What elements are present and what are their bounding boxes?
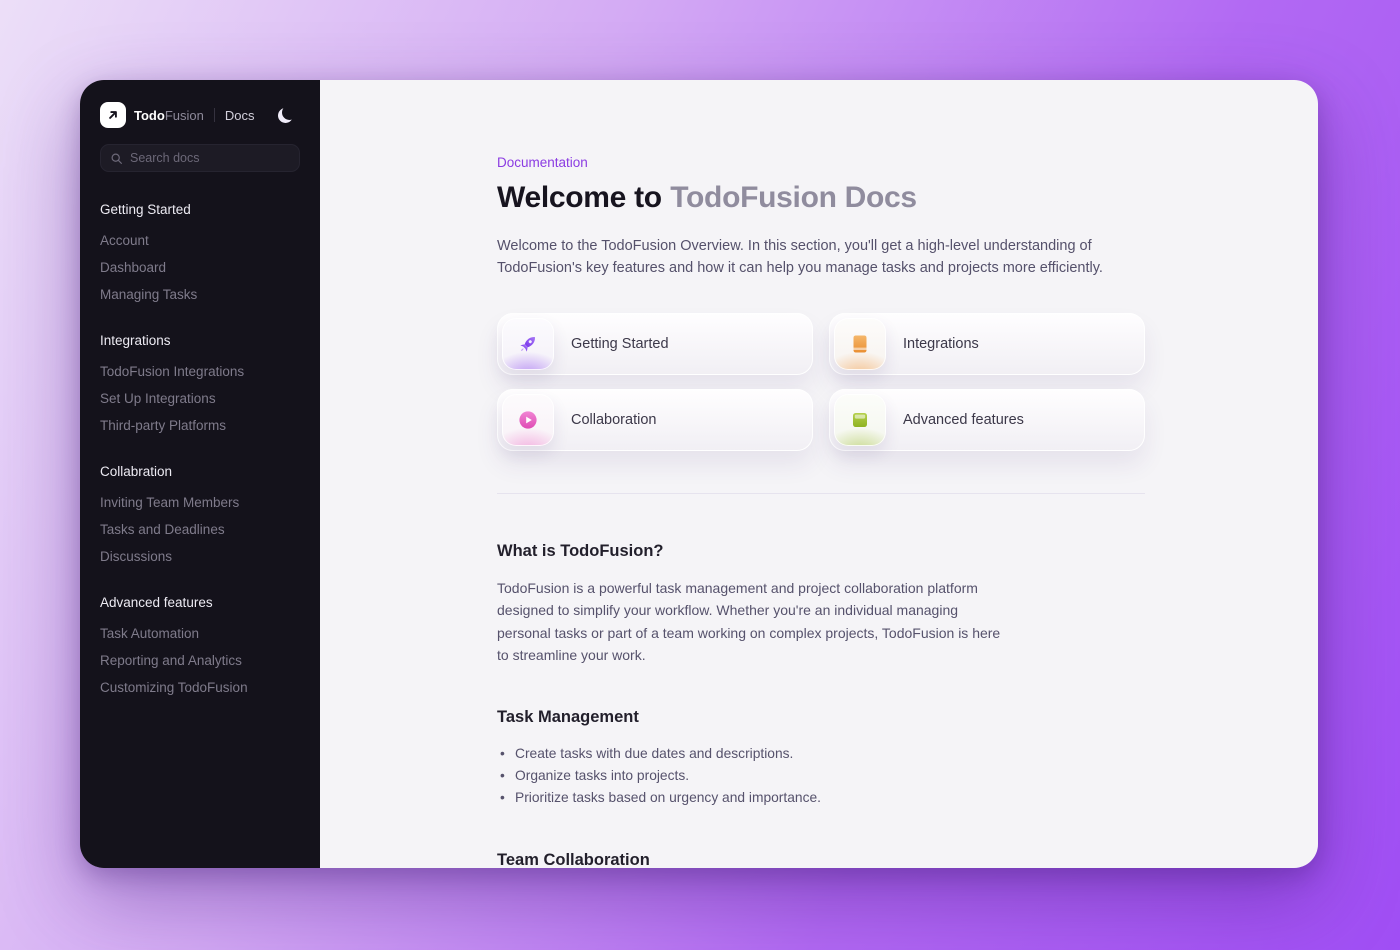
sidebar-item-managing-tasks[interactable]: Managing Tasks (100, 281, 300, 308)
sidebar-item-tasks-and-deadlines[interactable]: Tasks and Deadlines (100, 516, 300, 543)
section-divider (497, 493, 1145, 494)
section-heading: What is TodoFusion? (497, 540, 1145, 563)
card-label: Integrations (903, 336, 979, 352)
sidebar-header: TodoFusion Docs (100, 102, 300, 128)
sidebar-item-account[interactable]: Account (100, 227, 300, 254)
sidebar-item-customizing-todofusion[interactable]: Customizing TodoFusion (100, 674, 300, 701)
brand-name-light: Fusion (165, 108, 204, 123)
box-icon (834, 394, 886, 446)
page-title-muted: TodoFusion Docs (670, 181, 917, 214)
desktop-background: TodoFusion Docs Getting Started Account … (0, 0, 1400, 950)
sidebar-item-set-up-integrations[interactable]: Set Up Integrations (100, 385, 300, 412)
card-integrations[interactable]: Integrations (829, 313, 1145, 375)
nav-section-advanced-features: Advanced features Task Automation Report… (100, 593, 300, 701)
bullet-item: Prioritize tasks based on urgency and im… (497, 787, 1145, 809)
sidebar-item-inviting-team-members[interactable]: Inviting Team Members (100, 489, 300, 516)
bullet-item: Create tasks with due dates and descript… (497, 743, 1145, 765)
header-divider (214, 108, 215, 122)
nav-section-title: Advanced features (100, 593, 300, 612)
search-box (100, 144, 300, 172)
intro-paragraph: Welcome to the TodoFusion Overview. In t… (497, 236, 1145, 279)
bullet-item: Organize tasks into projects. (497, 765, 1145, 787)
sidebar-nav: Getting Started Account Dashboard Managi… (100, 200, 300, 724)
nav-section-integrations: Integrations TodoFusion Integrations Set… (100, 331, 300, 439)
todofusion-logo-icon[interactable] (100, 102, 126, 128)
section-what-is-todofusion: What is TodoFusion? TodoFusion is a powe… (497, 540, 1145, 667)
bullet-list: Create tasks with due dates and descript… (497, 743, 1145, 810)
card-advanced-features[interactable]: Advanced features (829, 389, 1145, 451)
card-label: Getting Started (571, 336, 669, 352)
brand-name-bold: Todo (134, 108, 165, 123)
sidebar-item-dashboard[interactable]: Dashboard (100, 254, 300, 281)
docs-context-label: Docs (225, 108, 255, 123)
sidebar-item-reporting-and-analytics[interactable]: Reporting and Analytics (100, 647, 300, 674)
card-label: Collaboration (571, 412, 656, 428)
main-content: Documentation Welcome toTodoFusion Docs … (320, 80, 1318, 868)
sidebar-item-discussions[interactable]: Discussions (100, 543, 300, 570)
nav-section-title: Getting Started (100, 200, 300, 219)
card-collaboration[interactable]: Collaboration (497, 389, 813, 451)
breadcrumb: Documentation (497, 153, 1145, 172)
sidebar-item-third-party-platforms[interactable]: Third-party Platforms (100, 412, 300, 439)
section-team-collaboration: Team Collaboration Invite team members t… (497, 849, 1145, 868)
brand-name[interactable]: TodoFusion (134, 108, 204, 123)
doc-page: Documentation Welcome toTodoFusion Docs … (497, 153, 1145, 868)
nav-section-title: Integrations (100, 331, 300, 350)
sidebar-item-todofusion-integrations[interactable]: TodoFusion Integrations (100, 358, 300, 385)
section-task-management: Task Management Create tasks with due da… (497, 706, 1145, 810)
section-heading: Team Collaboration (497, 849, 1145, 868)
sidebar: TodoFusion Docs Getting Started Account … (80, 80, 320, 868)
nav-section-getting-started: Getting Started Account Dashboard Managi… (100, 200, 300, 308)
theme-toggle-moon-icon[interactable] (278, 104, 300, 126)
card-label: Advanced features (903, 412, 1024, 428)
rocket-icon (502, 318, 554, 370)
card-getting-started[interactable]: Getting Started (497, 313, 813, 375)
search-input[interactable] (130, 151, 290, 165)
page-title-dark: Welcome to (497, 181, 662, 214)
section-heading: Task Management (497, 706, 1145, 729)
book-icon (834, 318, 886, 370)
quick-link-cards: Getting Started Integrations (497, 313, 1145, 451)
nav-section-title: Collabration (100, 462, 300, 481)
app-window: TodoFusion Docs Getting Started Account … (80, 80, 1318, 868)
nav-section-collabration: Collabration Inviting Team Members Tasks… (100, 462, 300, 570)
sidebar-item-task-automation[interactable]: Task Automation (100, 620, 300, 647)
play-icon (502, 394, 554, 446)
search-icon (110, 152, 123, 165)
section-paragraph: TodoFusion is a powerful task management… (497, 577, 1002, 667)
page-title: Welcome toTodoFusion Docs (497, 180, 1145, 216)
